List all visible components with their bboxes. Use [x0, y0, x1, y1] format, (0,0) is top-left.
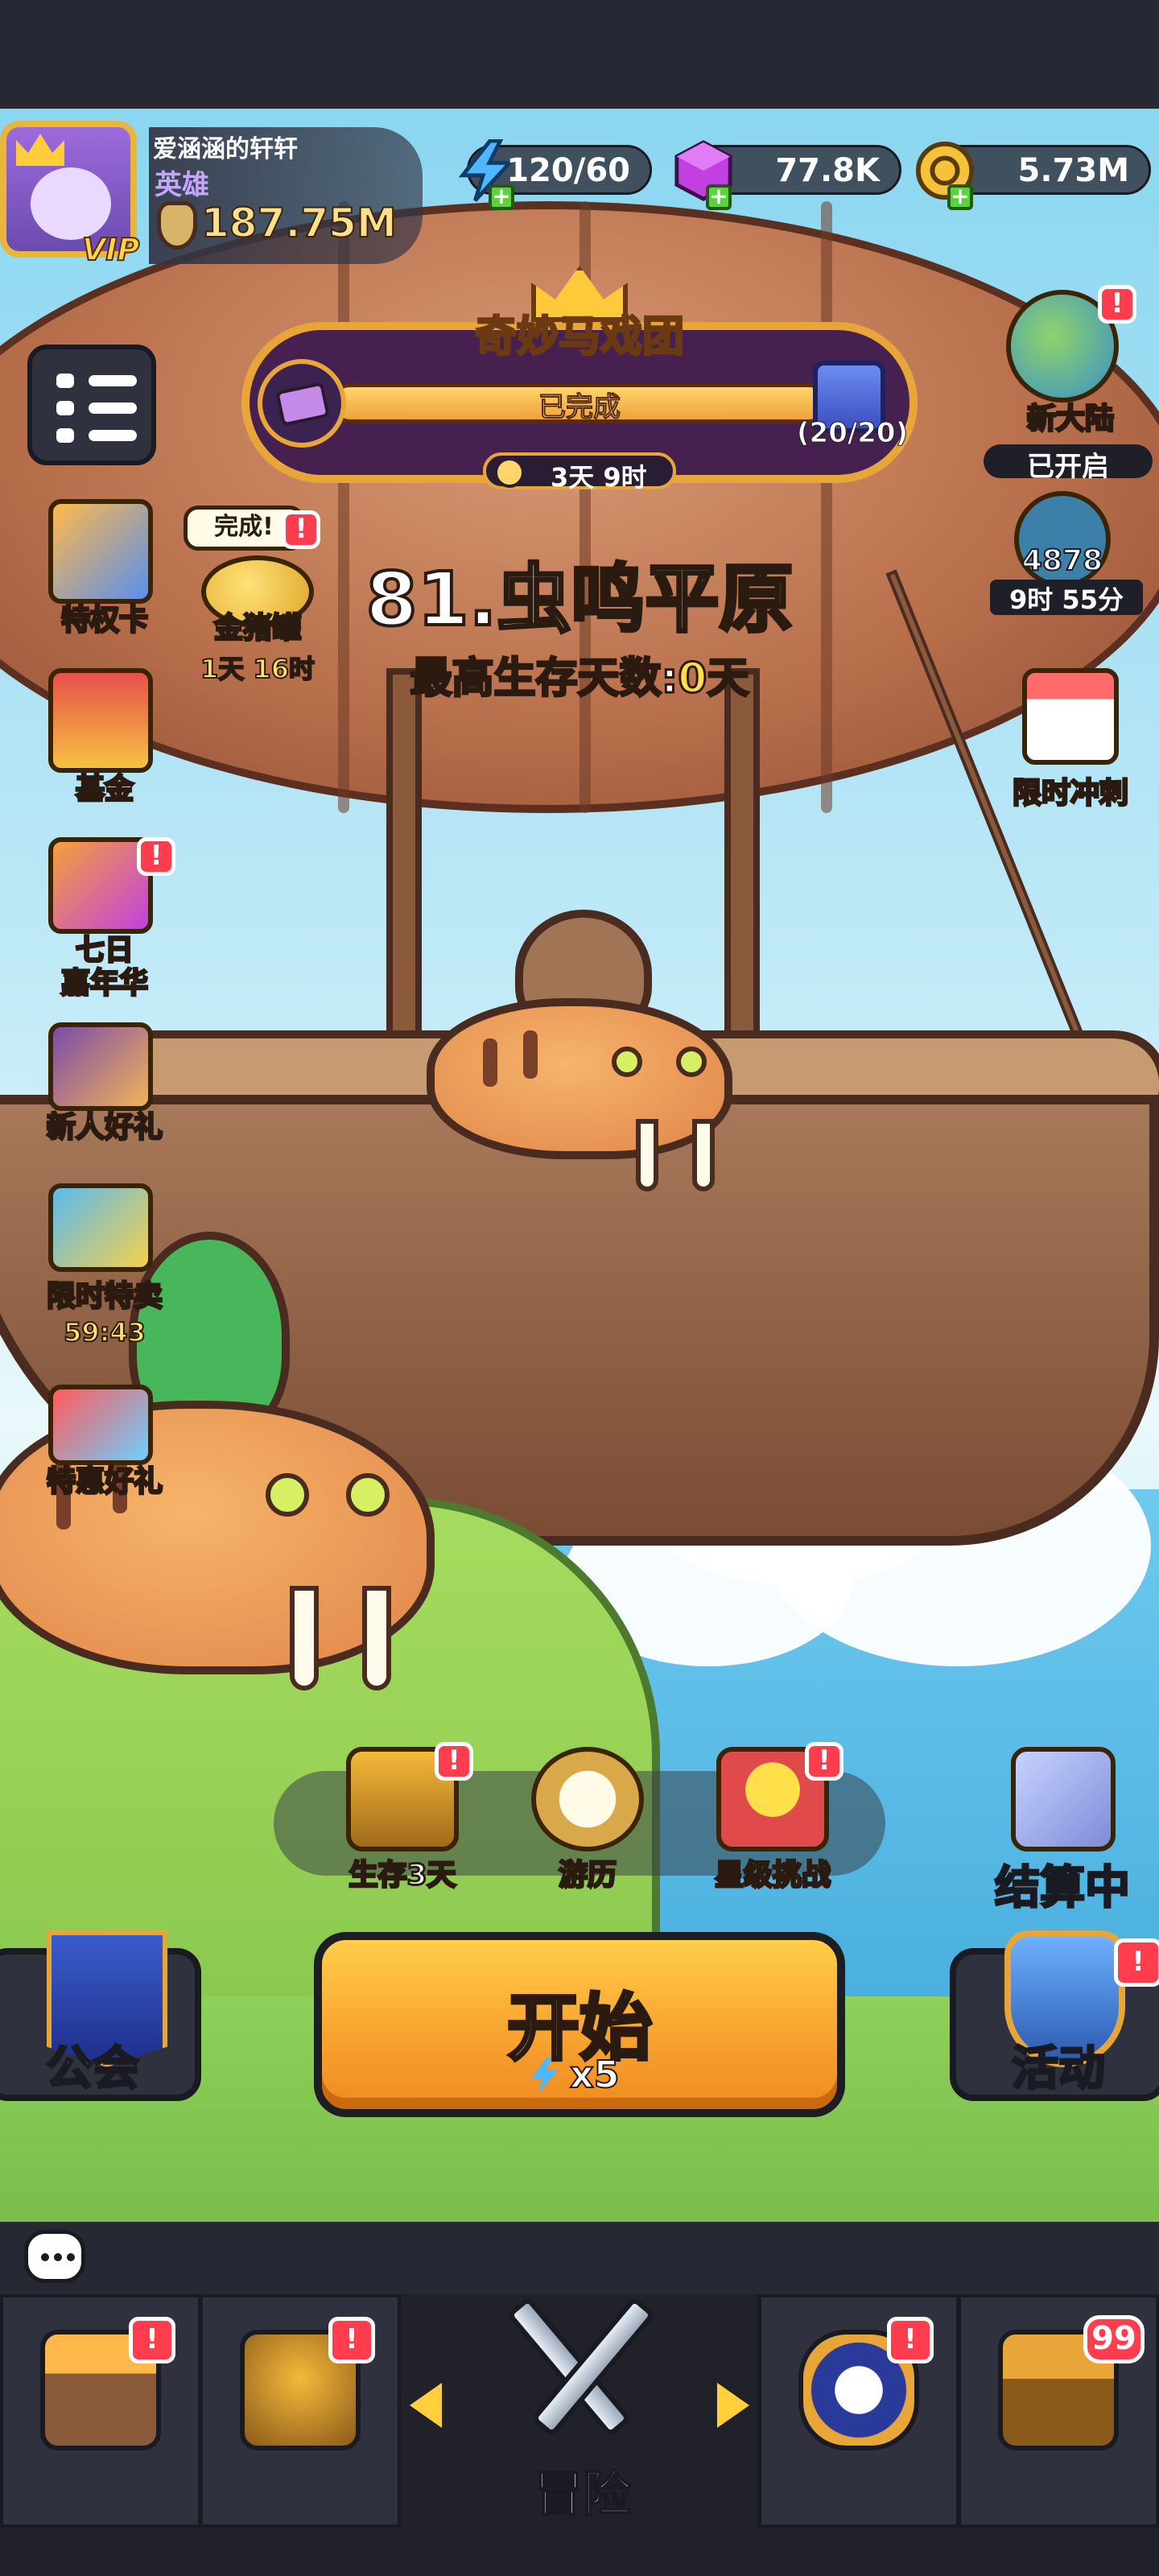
nav-upgrade-tab[interactable]: !: [758, 2294, 959, 2528]
special-offer-button[interactable]: 特惠好礼: [32, 1385, 177, 1521]
seven-day-carnival-button[interactable]: ! 七日 嘉年华: [32, 837, 177, 1014]
new-continent-status: 已开启: [1027, 451, 1109, 483]
guild-button[interactable]: 公会: [0, 1930, 201, 2101]
top-bar: VIP 爱涵涵的轩轩 英雄 187.75M + 120/60 + 77.8K +…: [0, 121, 1159, 268]
treasure-icon: [48, 1183, 153, 1272]
activity-button[interactable]: ! 活动: [950, 1930, 1159, 2101]
alert-badge-icon: !: [887, 2317, 934, 2363]
limited-sprint-label: 限时冲刺: [1011, 775, 1129, 811]
event-banner[interactable]: 奇妙马戏团 已完成 (20/20) 3天 9时: [217, 266, 942, 493]
flash-sale-timer: 59:43: [63, 1316, 146, 1348]
nav-adventure-label: 冒险: [534, 2466, 632, 2524]
settlement-button[interactable]: 结算中: [990, 1747, 1135, 1916]
settlement-label: 结算中: [994, 1861, 1132, 1916]
ticket-icon: [258, 359, 346, 448]
add-coin-icon: +: [947, 184, 973, 210]
start-cost: x5: [531, 2052, 621, 2097]
nav-adventure-tab[interactable]: 冒险: [398, 2294, 761, 2528]
lightning-icon: [531, 2058, 559, 2093]
player-name: 爱涵涵的轩轩: [153, 135, 298, 163]
nav-treasure-tab[interactable]: 99: [958, 2294, 1159, 2528]
crown-icon: [16, 134, 64, 166]
alert-badge-icon: !: [129, 2317, 175, 2363]
avatar-face: [31, 167, 111, 240]
crossed-swords-icon: [1011, 1747, 1116, 1852]
menu-button[interactable]: [27, 345, 156, 465]
start-button[interactable]: 开始 x5: [314, 1932, 845, 2117]
travel-label: 游历: [557, 1858, 617, 1893]
coin-counter[interactable]: + 5.73M: [915, 141, 1151, 210]
seven-day-carnival-label: 七日 嘉年华: [60, 933, 149, 1001]
balloon-stripe: [821, 201, 832, 813]
survive-3-days-button[interactable]: ! 生存3天: [306, 1742, 483, 1893]
gem-counter[interactable]: + 77.8K: [674, 140, 901, 210]
clock-icon: [494, 457, 525, 488]
chest-count-badge: 99: [1083, 2315, 1145, 2363]
add-gem-icon: +: [706, 184, 732, 210]
flash-sale-label: 限时特卖: [45, 1278, 163, 1314]
chat-button[interactable]: [24, 2230, 85, 2283]
stage-title: 81.虫鸣平原: [365, 555, 795, 644]
travel-button[interactable]: 游历: [491, 1747, 668, 1893]
energy-value: 120/60: [506, 152, 630, 189]
status-strip: [0, 0, 1159, 109]
new-continent-button[interactable]: ! 新大陆: [998, 285, 1136, 467]
event-timer-text: 3天 9时: [551, 462, 647, 493]
vip-label: VIP: [81, 231, 140, 268]
alert-badge-icon: !: [328, 2317, 375, 2363]
nav-shop-tab[interactable]: !: [0, 2294, 201, 2528]
new-continent-status-pill: 已开启: [984, 444, 1153, 483]
arrow-left-icon: [410, 2383, 442, 2428]
bottom-navigation: ! ! 冒险 ! 99: [0, 2294, 1159, 2528]
fund-label: 基金: [74, 771, 134, 807]
survival-prefix: 最高生存天数:: [409, 654, 679, 704]
alert-badge-icon: !: [1098, 285, 1136, 324]
activity-label: 活动: [1010, 2040, 1106, 2097]
star-challenge-label: 星级挑战: [713, 1858, 831, 1893]
alert-badge-icon: !: [1114, 1938, 1159, 1987]
event-title: 奇妙马戏团: [473, 312, 685, 363]
survive-3-days-label: 生存3天: [348, 1858, 457, 1893]
newbie-gift-label: 新人好礼: [45, 1109, 163, 1145]
gift-box-icon: [48, 1385, 153, 1465]
start-cost-value: x5: [569, 2052, 621, 2097]
power-icon: [157, 201, 197, 250]
coin-value: 5.73M: [1017, 152, 1130, 189]
tiger-mount: [427, 998, 732, 1191]
nav-equipment-tab[interactable]: !: [200, 2294, 401, 2528]
system-bar: [0, 2528, 1159, 2576]
hero-on-ship: [378, 910, 765, 1191]
guild-label: 公会: [44, 2040, 140, 2097]
balloon-stripe: [338, 201, 349, 813]
stage-best-survival: 最高生存天数:0天: [0, 644, 1159, 704]
survival-suffix: 天: [706, 654, 750, 704]
player-title: 英雄: [155, 169, 209, 201]
new-continent-label: 新大陆: [1025, 401, 1115, 436]
special-offer-label: 特惠好礼: [45, 1463, 163, 1499]
arrow-right-icon: [717, 2383, 749, 2428]
survival-days: 0: [677, 654, 708, 704]
star-challenge-button[interactable]: ! 星级挑战: [676, 1742, 853, 1893]
event-progress-label: 已完成: [538, 391, 621, 424]
event-reward-count: (20/20): [796, 417, 909, 450]
alert-badge-icon: !: [137, 837, 175, 876]
flash-sale-button[interactable]: 限时特卖 59:43: [32, 1183, 177, 1360]
alert-badge-icon: !: [805, 1742, 843, 1781]
ninja-gift-icon: [48, 1022, 153, 1111]
energy-counter[interactable]: + 120/60: [458, 139, 652, 210]
event-timer: 3天 9时: [483, 452, 676, 493]
gem-value: 77.8K: [775, 152, 880, 189]
newbie-gift-button[interactable]: 新人好礼: [32, 1022, 177, 1159]
power-value: 187.75M: [200, 199, 398, 247]
alert-badge-icon: !: [435, 1742, 473, 1781]
compass-icon: [531, 1747, 644, 1852]
